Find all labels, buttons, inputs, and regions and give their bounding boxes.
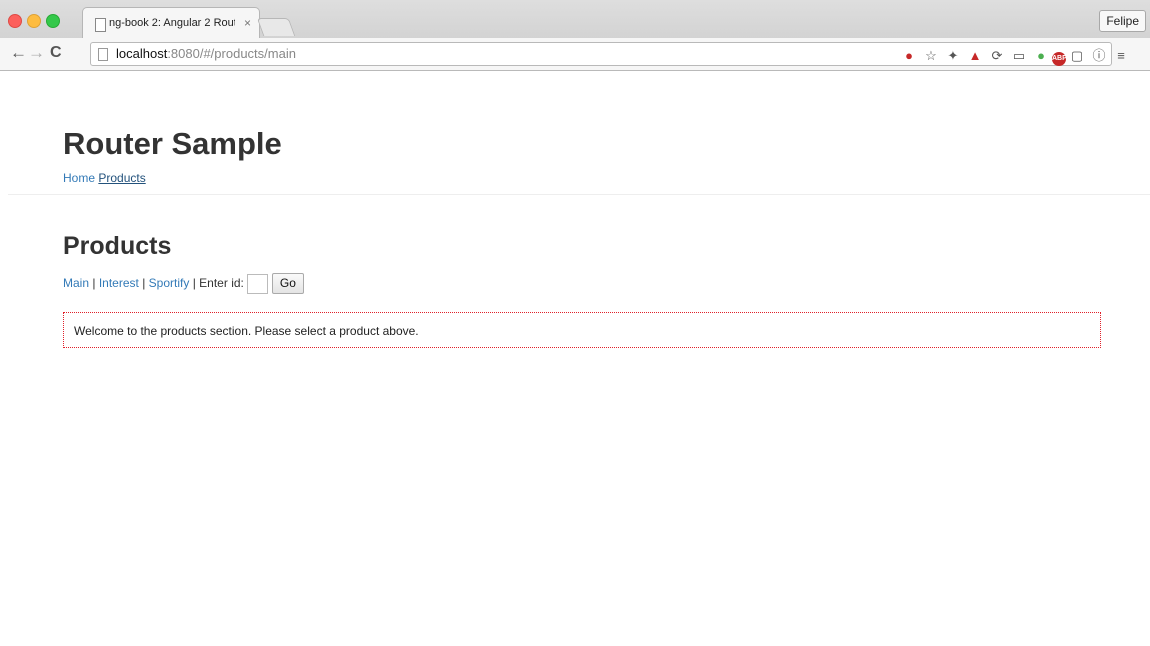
reload-button[interactable]: C bbox=[50, 44, 62, 62]
home-link[interactable]: Home bbox=[63, 171, 95, 185]
sync-icon[interactable]: ⟳ bbox=[986, 48, 1008, 64]
url-path: :8080/#/products/main bbox=[167, 46, 296, 61]
main-link[interactable]: Main bbox=[63, 276, 89, 290]
cast-icon[interactable]: ▭ bbox=[1008, 48, 1030, 64]
tab-close-icon[interactable]: × bbox=[244, 16, 251, 30]
maximize-window-button[interactable] bbox=[46, 14, 60, 28]
menu-icon[interactable]: ≡ bbox=[1110, 48, 1132, 63]
main-nav: Home Products bbox=[63, 171, 146, 185]
evernote-icon[interactable]: ● bbox=[1030, 48, 1052, 63]
new-tab-button[interactable] bbox=[256, 18, 296, 36]
tab-strip: ng-book 2: Angular 2 Router × Felipe bbox=[0, 0, 1150, 39]
url-text: localhost:8080/#/products/main bbox=[116, 46, 296, 61]
extension-icons: ● ☆ ✦ ▲ ⟳ ▭ ● ABP ▢ ⓘ ≡ bbox=[898, 45, 1132, 66]
browser-tab[interactable]: ng-book 2: Angular 2 Router × bbox=[82, 7, 260, 39]
browser-chrome: ng-book 2: Angular 2 Router × Felipe ← →… bbox=[0, 0, 1150, 71]
minimize-window-button[interactable] bbox=[27, 14, 41, 28]
close-window-button[interactable] bbox=[8, 14, 22, 28]
separator: | bbox=[92, 276, 96, 290]
onepassword-icon[interactable]: ⓘ bbox=[1088, 45, 1110, 64]
pin-icon[interactable]: ✦ bbox=[942, 48, 964, 64]
browser-toolbar: ← → C localhost:8080/#/products/main ● ☆ ✦… bbox=[0, 38, 1150, 70]
separator: | bbox=[192, 276, 196, 290]
back-button[interactable]: ← bbox=[10, 44, 27, 62]
sofa-icon[interactable]: ▲ bbox=[964, 48, 986, 63]
products-outlet: Welcome to the products section. Please … bbox=[63, 312, 1101, 348]
sportify-link[interactable]: Sportify bbox=[149, 276, 190, 290]
interest-link[interactable]: Interest bbox=[99, 276, 139, 290]
page-icon bbox=[95, 18, 106, 32]
products-link[interactable]: Products bbox=[98, 171, 145, 185]
adblock-icon[interactable]: ABP bbox=[1052, 52, 1067, 66]
page-icon bbox=[98, 48, 108, 61]
enter-id-label: Enter id: bbox=[199, 276, 244, 290]
screenshot-icon[interactable]: ▢ bbox=[1066, 48, 1088, 64]
tab-title: ng-book 2: Angular 2 Router bbox=[109, 17, 235, 29]
page-content: Router Sample Home Products Products Mai… bbox=[0, 71, 1150, 646]
star-icon[interactable]: ☆ bbox=[920, 48, 942, 64]
welcome-message: Welcome to the products section. Please … bbox=[74, 324, 419, 338]
products-title: Products bbox=[63, 232, 172, 260]
url-host: localhost bbox=[116, 46, 168, 61]
forward-button[interactable]: → bbox=[28, 44, 45, 62]
divider bbox=[8, 194, 1150, 195]
stop-icon[interactable]: ● bbox=[898, 48, 920, 63]
products-subnav: Main | Interest | Sportify | Enter id: Go bbox=[63, 272, 304, 295]
go-button[interactable]: Go bbox=[271, 273, 304, 295]
separator: | bbox=[142, 276, 146, 290]
product-id-input[interactable] bbox=[246, 273, 268, 294]
app-title: Router Sample bbox=[63, 126, 282, 161]
profile-button[interactable]: Felipe bbox=[1099, 10, 1146, 32]
